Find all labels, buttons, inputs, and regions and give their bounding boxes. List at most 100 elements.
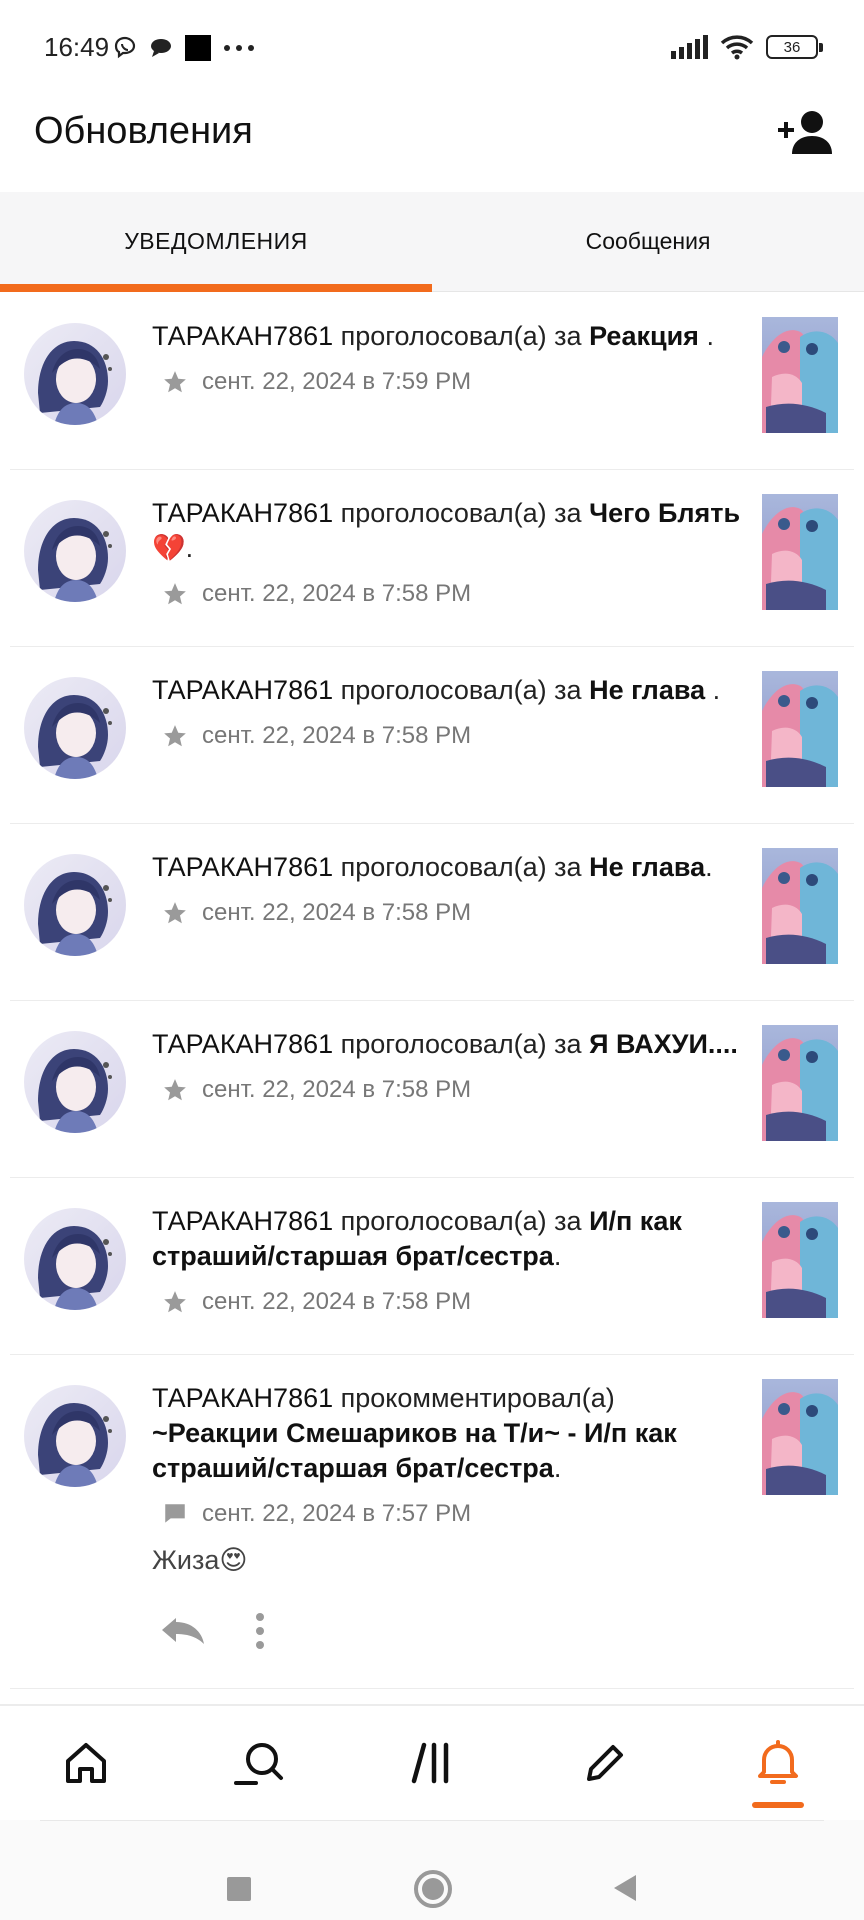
story-thumbnail[interactable] [762, 1202, 838, 1318]
avatar[interactable] [24, 1208, 126, 1310]
notification-date: сент. 22, 2024 в 7:58 PM [202, 580, 472, 607]
story-cover-image [762, 1202, 838, 1318]
user-avatar-image [24, 1385, 126, 1487]
avatar[interactable] [24, 1385, 126, 1487]
recents-button[interactable] [218, 1868, 258, 1908]
notification-story-title[interactable]: Не глава [589, 675, 705, 705]
comment-actions [158, 1611, 266, 1651]
notification-suffix: . [705, 675, 721, 705]
story-thumbnail[interactable] [762, 1379, 838, 1495]
notifications-feed: ТАРАКАН7861 проголосовал(а) за Реакция .… [0, 293, 864, 1689]
notification-meta: сент. 22, 2024 в 7:58 PM [162, 718, 742, 753]
home-system-button[interactable] [412, 1868, 454, 1910]
notification-story-title[interactable]: ~Реакции Смешариков на Т/и~ - И/п как ст… [152, 1418, 677, 1483]
star-icon [162, 369, 188, 395]
notification-story-title[interactable]: Я ВАХУИ.... [589, 1029, 738, 1059]
add-user-button[interactable] [774, 104, 838, 160]
notification-story-title[interactable]: Реакция [589, 321, 699, 351]
notification-user[interactable]: ТАРАКАН7861 [152, 1206, 333, 1236]
signal-icon [671, 35, 708, 59]
notification-item[interactable]: ТАРАКАН7861 проголосовал(а) за И/п как с… [0, 1178, 864, 1355]
reply-button[interactable] [158, 1614, 208, 1648]
notification-user[interactable]: ТАРАКАН7861 [152, 321, 333, 351]
notification-date: сент. 22, 2024 в 7:58 PM [202, 899, 472, 926]
notification-suffix: . [553, 1453, 562, 1483]
notification-suffix: . [698, 321, 714, 351]
notification-item[interactable]: ТАРАКАН7861 проголосовал(а) за Я ВАХУИ..… [0, 1001, 864, 1178]
nav-search[interactable] [173, 1706, 346, 1820]
notification-meta: сент. 22, 2024 в 7:58 PM [162, 576, 742, 611]
avatar[interactable] [24, 500, 126, 602]
back-button[interactable] [606, 1868, 646, 1908]
reply-icon [162, 1618, 204, 1644]
notification-action: проголосовал(а) за [340, 852, 582, 882]
comment-notification-item[interactable]: ТАРАКАН7861 прокомментировал(а) ~Реакции… [0, 1355, 864, 1689]
avatar[interactable] [24, 854, 126, 956]
system-navigation [0, 1820, 864, 1920]
story-thumbnail[interactable] [762, 671, 838, 787]
notification-text: ТАРАКАН7861 прокомментировал(а) ~Реакции… [152, 1381, 742, 1578]
battery-level: 36 [783, 38, 801, 56]
search-icon [234, 1743, 284, 1785]
notification-user[interactable]: ТАРАКАН7861 [152, 675, 333, 705]
notification-text: ТАРАКАН7861 проголосовал(а) за И/п как с… [152, 1204, 742, 1319]
more-dots-icon [224, 45, 254, 51]
tab-notifications[interactable]: УВЕДОМЛЕНИЯ [0, 192, 432, 292]
write-icon [586, 1745, 623, 1781]
notification-date: сент. 22, 2024 в 7:58 PM [202, 1288, 472, 1315]
notification-user[interactable]: ТАРАКАН7861 [152, 1383, 333, 1413]
notification-date: сент. 22, 2024 в 7:57 PM [202, 1500, 472, 1527]
user-avatar-image [24, 1031, 126, 1133]
status-bar: 16:49 36 [0, 0, 864, 96]
notification-action: проголосовал(а) за [340, 498, 582, 528]
chat-bubble-icon [151, 39, 171, 57]
story-thumbnail[interactable] [762, 317, 838, 433]
notification-story-title[interactable]: Не глава [589, 852, 705, 882]
notification-item[interactable]: ТАРАКАН7861 проголосовал(а) за Реакция .… [0, 293, 864, 470]
notification-user[interactable]: ТАРАКАН7861 [152, 852, 333, 882]
notification-date: сент. 22, 2024 в 7:59 PM [202, 368, 472, 395]
star-icon [162, 723, 188, 749]
story-cover-image [762, 317, 838, 433]
tab-messages[interactable]: Сообщения [432, 192, 864, 291]
avatar[interactable] [24, 1031, 126, 1133]
notification-text: ТАРАКАН7861 проголосовал(а) за Не глава … [152, 673, 742, 753]
nav-write[interactable] [518, 1706, 691, 1820]
nav-notifications[interactable] [691, 1706, 864, 1820]
notification-suffix: . [185, 533, 194, 563]
nav-home[interactable] [0, 1706, 173, 1820]
user-avatar-image [24, 1208, 126, 1310]
notification-action: проголосовал(а) за [340, 1029, 582, 1059]
notification-action: проголосовал(а) за [340, 1206, 582, 1236]
story-cover-image [762, 1379, 838, 1495]
notification-text: ТАРАКАН7861 проголосовал(а) за Не глава.… [152, 850, 742, 930]
notification-text: ТАРАКАН7861 проголосовал(а) за Я ВАХУИ..… [152, 1027, 742, 1107]
bell-icon [757, 1740, 798, 1784]
avatar[interactable] [24, 677, 126, 779]
story-thumbnail[interactable] [762, 494, 838, 610]
nav-library[interactable] [346, 1706, 519, 1820]
user-avatar-image [24, 323, 126, 425]
viber-icon [114, 36, 136, 59]
notification-meta: сент. 22, 2024 в 7:58 PM [162, 895, 742, 930]
notification-action: проголосовал(а) за [340, 321, 582, 351]
notification-text: ТАРАКАН7861 проголосовал(а) за Чего Блят… [152, 496, 742, 611]
avatar[interactable] [24, 323, 126, 425]
status-icons-left [112, 34, 256, 62]
notification-date: сент. 22, 2024 в 7:58 PM [202, 1076, 472, 1103]
star-icon [162, 900, 188, 926]
more-vertical-icon [256, 1613, 264, 1649]
more-options-button[interactable] [254, 1611, 266, 1651]
story-cover-image [762, 848, 838, 964]
black-square-icon [185, 35, 211, 61]
notification-item[interactable]: ТАРАКАН7861 проголосовал(а) за Чего Блят… [0, 470, 864, 647]
back-triangle-icon [614, 1875, 636, 1901]
notification-user[interactable]: ТАРАКАН7861 [152, 1029, 333, 1059]
notification-item[interactable]: ТАРАКАН7861 проголосовал(а) за Не глава.… [0, 824, 864, 1001]
notification-item[interactable]: ТАРАКАН7861 проголосовал(а) за Не глава … [0, 647, 864, 824]
notification-user[interactable]: ТАРАКАН7861 [152, 498, 333, 528]
story-thumbnail[interactable] [762, 1025, 838, 1141]
story-thumbnail[interactable] [762, 848, 838, 964]
add-user-icon [778, 111, 832, 154]
notification-meta: сент. 22, 2024 в 7:58 PM [162, 1284, 742, 1319]
